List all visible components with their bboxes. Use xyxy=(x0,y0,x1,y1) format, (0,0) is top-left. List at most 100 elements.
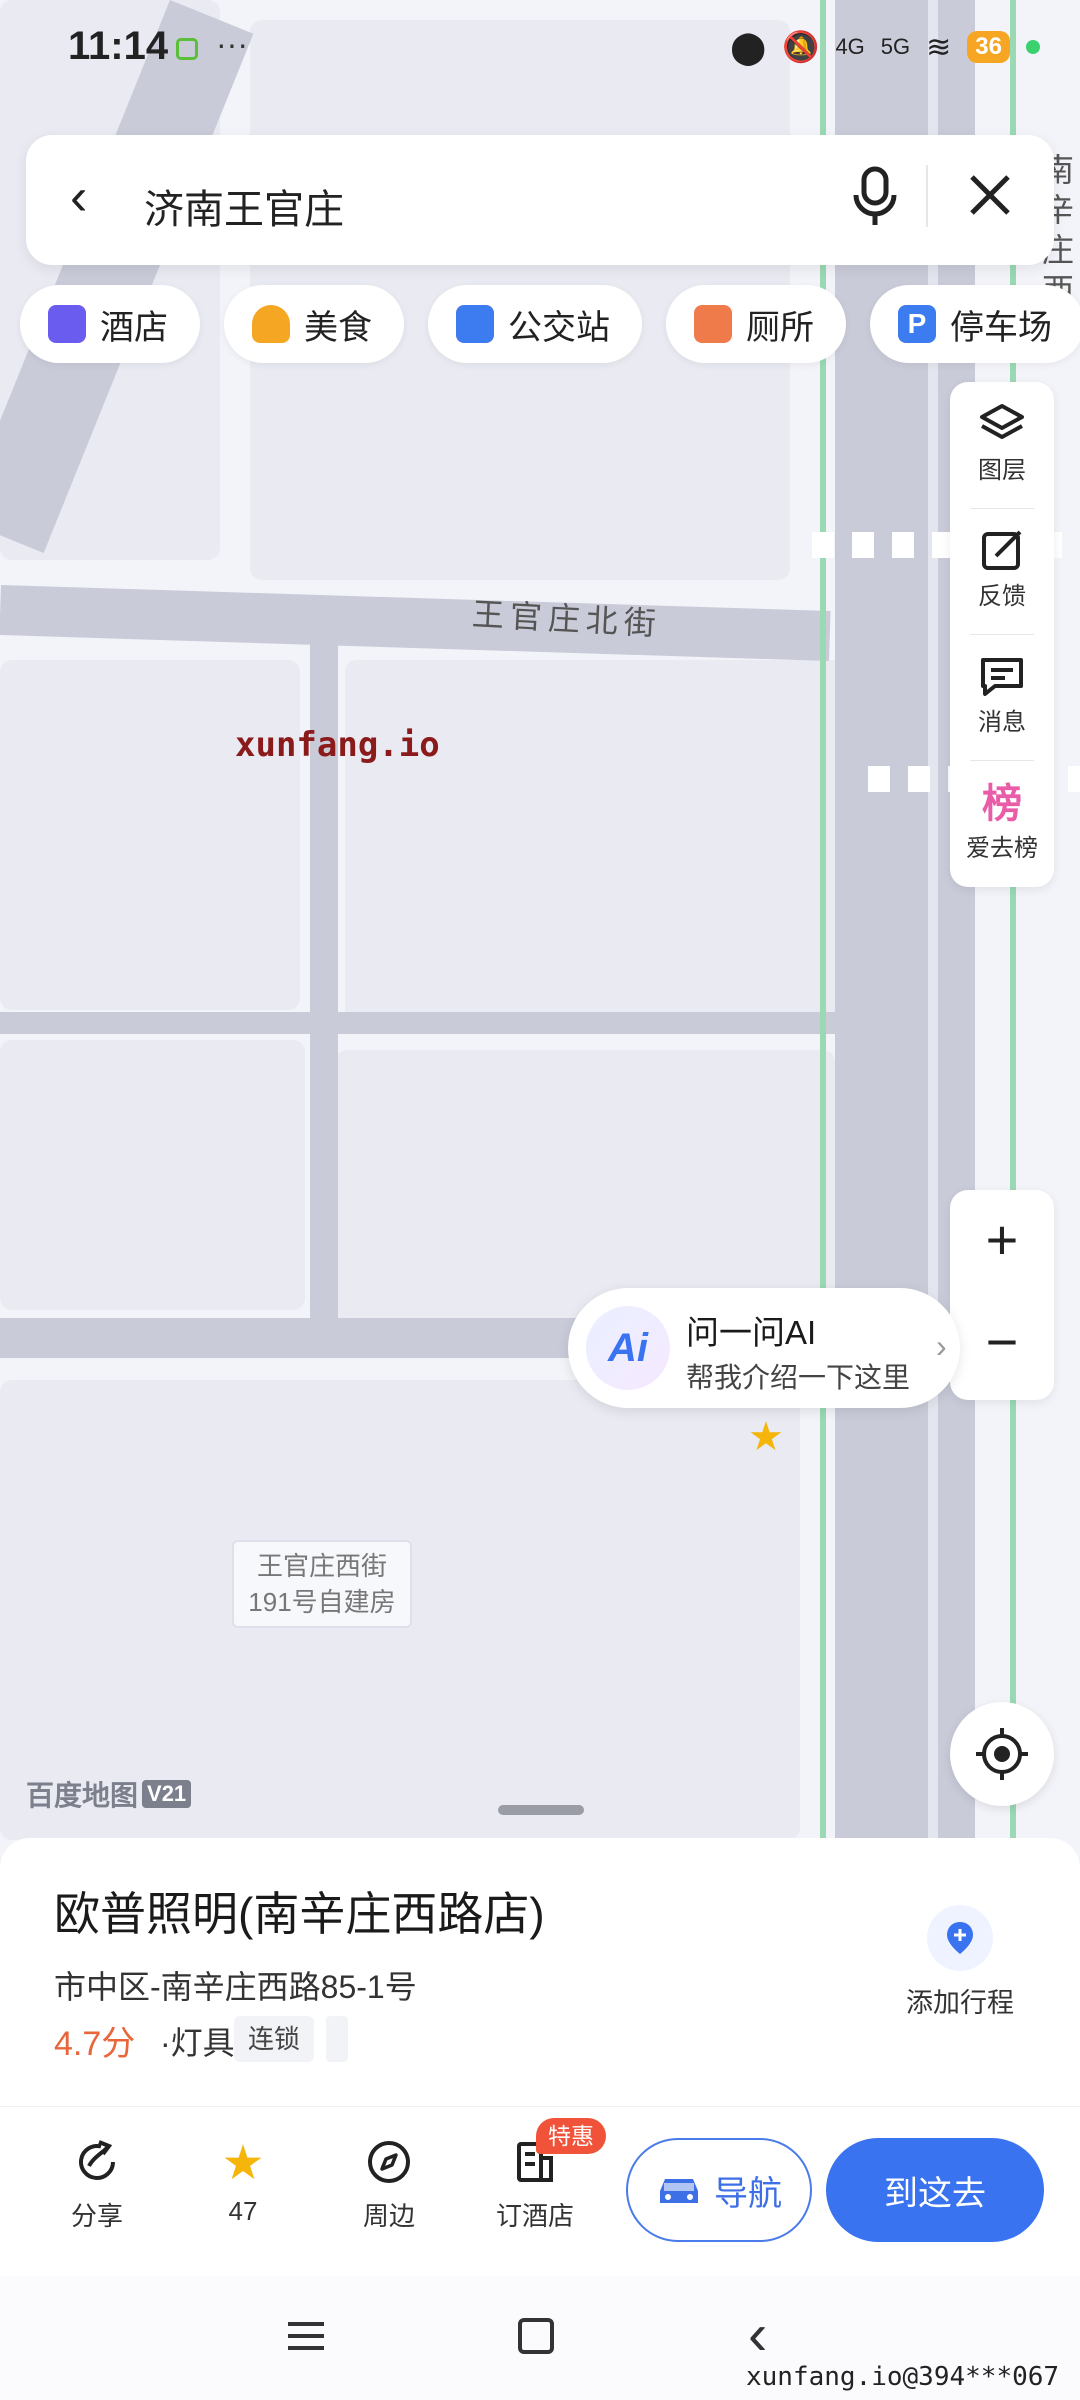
building-label[interactable]: 王官庄西街 191号自建房 xyxy=(232,1540,412,1628)
favorite-button[interactable]: ★ 47 xyxy=(188,2138,298,2227)
favorite-count: 47 xyxy=(228,2196,258,2226)
ai-assistant-bubble[interactable]: Ai 问一问AI 帮我介绍一下这里 › xyxy=(568,1288,960,1408)
poi-category: ·灯具 xyxy=(160,2025,235,2061)
map-block xyxy=(0,1040,305,1310)
sheet-drag-handle[interactable] xyxy=(498,1805,584,1815)
chip-toilet[interactable]: 厕所 xyxy=(666,285,846,363)
bus-stop-icon xyxy=(456,305,494,343)
status-bar: 11:14 ··· ⬤ 🔕 4G 5G ≋ 36 xyxy=(0,0,1080,100)
main-road xyxy=(835,0,975,1860)
watermark-text: xunfang.io xyxy=(235,725,440,765)
add-trip-label: 添加行程 xyxy=(906,1988,1014,2018)
share-icon xyxy=(42,2138,152,2196)
brand-text: 百度地图 xyxy=(26,1780,139,1811)
ai-subtitle: 帮我介绍一下这里 xyxy=(686,1362,911,1393)
map-block xyxy=(0,660,300,1010)
feedback-button[interactable]: 反馈 xyxy=(950,528,1054,611)
layers-label: 图层 xyxy=(978,457,1026,484)
divider xyxy=(970,760,1034,761)
locate-me-button[interactable] xyxy=(950,1702,1054,1806)
chip-label: 酒店 xyxy=(100,308,168,347)
chip-label: 厕所 xyxy=(746,308,814,347)
car-icon xyxy=(660,2179,698,2203)
layers-button[interactable]: 图层 xyxy=(950,402,1054,485)
divider xyxy=(970,508,1034,509)
system-back-icon[interactable]: ‹ xyxy=(748,2306,767,2364)
food-icon xyxy=(252,305,290,343)
book-hotel-label: 订酒店 xyxy=(495,2201,574,2231)
map-canvas[interactable]: 王官庄北街 南辛庄西路 王官庄西街 191号自建房 xunfang.io ★ 百… xyxy=(0,0,1080,1860)
share-button[interactable]: 分享 xyxy=(42,2138,152,2233)
feedback-icon xyxy=(950,528,1054,576)
chip-food[interactable]: 美食 xyxy=(224,285,404,363)
go-here-label: 到这去 xyxy=(884,2174,986,2213)
search-divider xyxy=(926,165,928,227)
road-edge xyxy=(820,0,826,1860)
more-notifications-icon: ··· xyxy=(216,26,248,62)
chip-parking[interactable]: P 停车场 xyxy=(870,285,1080,363)
divider xyxy=(970,634,1034,635)
go-here-button[interactable]: 到这去 xyxy=(826,2138,1044,2242)
search-bar: ‹ 济南王官庄 xyxy=(26,135,1054,265)
road-divider xyxy=(928,0,938,1860)
poi-chain-tag: 连锁 xyxy=(234,2016,315,2062)
message-label: 消息 xyxy=(978,709,1026,736)
chip-bus-stop[interactable]: 公交站 xyxy=(428,285,642,363)
ranking-button[interactable]: 榜 爱去榜 xyxy=(950,780,1054,863)
chip-label: 公交站 xyxy=(508,308,610,347)
back-icon[interactable]: ‹ xyxy=(70,171,87,223)
microphone-icon[interactable] xyxy=(850,165,900,234)
poi-star-marker[interactable]: ★ xyxy=(748,1414,784,1460)
message-button[interactable]: 消息 xyxy=(950,654,1054,737)
home-icon[interactable] xyxy=(518,2318,554,2354)
ranking-icon: 榜 xyxy=(982,782,1022,826)
status-icons: ⬤ 🔕 4G 5G ≋ 36 xyxy=(730,28,1040,66)
map-block xyxy=(345,660,845,1020)
chip-hotel[interactable]: 酒店 xyxy=(20,285,200,363)
poi-address: 市中区-南辛庄西路85-1号 xyxy=(54,1969,417,2005)
add-trip-icon xyxy=(927,1905,993,1971)
close-icon[interactable] xyxy=(966,171,1014,224)
ranking-label: 爱去榜 xyxy=(966,835,1038,862)
crosshair-icon xyxy=(976,1728,1028,1780)
chip-label: 停车场 xyxy=(950,308,1052,347)
zoom-in-button[interactable]: + xyxy=(950,1212,1054,1268)
nearby-label: 周边 xyxy=(362,2201,415,2231)
location-icon: ⬤ xyxy=(730,29,767,65)
parking-icon: P xyxy=(898,305,936,343)
navigate-button[interactable]: 导航 xyxy=(626,2138,812,2242)
toilet-icon xyxy=(694,305,732,343)
wifi-icon: ≋ xyxy=(926,30,952,64)
ai-title: 问一问AI xyxy=(686,1314,817,1351)
chevron-right-icon: › xyxy=(936,1328,947,1364)
watermark-id: xunfang.io@394***067 xyxy=(746,2362,1060,2392)
ai-icon: Ai xyxy=(586,1306,670,1390)
nearby-button[interactable]: 周边 xyxy=(334,2138,444,2233)
signal-5g-icon: 5G xyxy=(880,34,911,59)
layers-icon xyxy=(950,402,1054,450)
road-label-north-street: 王官庄北街 xyxy=(471,596,663,642)
system-nav-bar: ‹ xunfang.io@394***067 xyxy=(0,2276,1080,2400)
zoom-controls: + − xyxy=(950,1190,1054,1400)
message-icon xyxy=(950,654,1054,702)
feedback-label: 反馈 xyxy=(978,583,1026,610)
category-chips: 酒店 美食 公交站 厕所 P 停车场 xyxy=(20,285,1080,363)
battery-icon: 36 xyxy=(967,31,1010,63)
menu-icon[interactable] xyxy=(286,2316,326,2361)
status-time: 11:14 xyxy=(68,24,169,68)
promo-badge: 特惠 xyxy=(536,2118,606,2154)
star-icon: ★ xyxy=(221,2137,265,2190)
road-edge xyxy=(1010,0,1016,1860)
mute-icon: 🔕 xyxy=(782,30,820,64)
add-trip-button[interactable]: 添加行程 xyxy=(880,1905,1040,2020)
map-tools-panel: 图层 反馈 消息 榜 爱去榜 xyxy=(950,382,1054,887)
road xyxy=(0,584,831,662)
zoom-out-button[interactable]: − xyxy=(950,1314,1054,1370)
charging-dot-icon xyxy=(1026,40,1040,54)
share-label: 分享 xyxy=(70,2201,123,2231)
notification-app-icon xyxy=(176,38,198,60)
navigate-label: 导航 xyxy=(714,2174,782,2213)
chip-label: 美食 xyxy=(304,308,372,347)
poi-name: 欧普照明(南辛庄西路店) xyxy=(54,1888,545,1940)
search-input[interactable]: 济南王官庄 xyxy=(144,177,344,235)
